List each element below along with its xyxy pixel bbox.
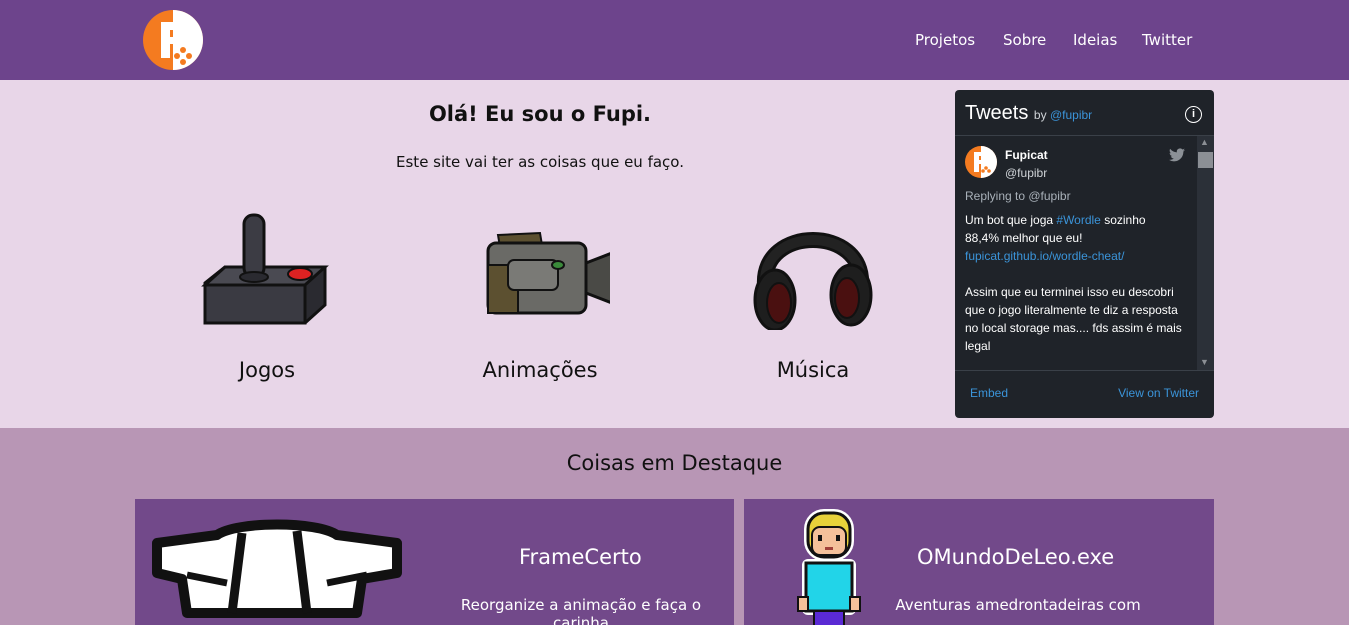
fupi-logo[interactable] xyxy=(143,10,203,70)
camera-icon xyxy=(486,231,610,315)
nav-twitter[interactable]: Twitter xyxy=(1142,31,1192,49)
featured-card-desc: Reorganize a animação e faça o carinha xyxy=(460,596,702,625)
tweet-text-part: Um bot que joga xyxy=(965,213,1057,227)
twitter-widget-header: Tweets by @fupibr xyxy=(965,102,1092,125)
twitter-timeline-widget: Tweets by @fupibr i Fupicat @fupibr Repl… xyxy=(955,90,1214,418)
nav-projetos[interactable]: Projetos xyxy=(915,31,975,49)
joystick-icon xyxy=(201,213,329,325)
hero-title: Olá! Eu sou o Fupi. xyxy=(428,102,652,126)
tweet-text-part: Assim que eu terminei isso eu descobri q… xyxy=(965,285,1182,353)
twitter-by: by xyxy=(1033,108,1047,122)
tweet-author-handle[interactable]: @fupibr xyxy=(1005,166,1047,180)
framecerto-thumbnail xyxy=(152,519,402,618)
featured-card-omundodeleo[interactable]: OMundoDeLeo.exe Aventuras amedrontadeira… xyxy=(744,499,1214,625)
category-musica[interactable] xyxy=(733,205,893,330)
category-musica-label[interactable]: Música xyxy=(713,358,913,382)
tweet-avatar[interactable] xyxy=(965,146,997,178)
scroll-down-icon[interactable]: ▼ xyxy=(1200,357,1209,367)
divider xyxy=(955,370,1214,371)
featured-card-title[interactable]: OMundoDeLeo.exe xyxy=(917,545,1114,569)
tweet-hashtag[interactable]: #Wordle xyxy=(1056,213,1100,227)
nav-sobre[interactable]: Sobre xyxy=(1003,31,1046,49)
embed-link[interactable]: Embed xyxy=(970,386,1008,400)
site-header: Projetos Sobre Ideias Twitter xyxy=(0,0,1349,80)
featured-card-desc: Aventuras amedrontadeiras com xyxy=(895,596,1141,614)
info-icon[interactable]: i xyxy=(1185,106,1202,123)
tweet-text-part: 88,4% melhor que eu! xyxy=(965,231,1083,245)
view-on-twitter-link[interactable]: View on Twitter xyxy=(1118,386,1199,400)
category-animacoes[interactable] xyxy=(460,205,620,330)
featured-card-title[interactable]: FrameCerto xyxy=(519,545,642,569)
category-jogos-label[interactable]: Jogos xyxy=(167,358,367,382)
tweet-replying-to: Replying to @fupibr xyxy=(965,189,1071,203)
leo-character-thumbnail xyxy=(797,509,861,625)
divider xyxy=(955,135,1214,136)
featured-card-framecerto[interactable]: FrameCerto Reorganize a animação e faça … xyxy=(135,499,734,625)
twitter-account-link[interactable]: @fupibr xyxy=(1050,108,1092,122)
headphones-icon xyxy=(753,232,873,330)
tweet-link[interactable]: fupicat.github.io/wordle-cheat/ xyxy=(965,249,1124,263)
tweet-text: Um bot que joga #Wordle sozinho 88,4% me… xyxy=(965,211,1191,355)
scroll-up-icon[interactable]: ▲ xyxy=(1200,137,1209,147)
tweet-text-part: sozinho xyxy=(1100,213,1146,227)
category-animacoes-label[interactable]: Animações xyxy=(440,358,640,382)
tweet-scrollbar-thumb[interactable] xyxy=(1198,152,1213,168)
category-jogos[interactable] xyxy=(187,205,347,330)
nav-ideias[interactable]: Ideias xyxy=(1073,31,1117,49)
twitter-bird-icon[interactable] xyxy=(1169,148,1185,162)
twitter-widget-title: Tweets xyxy=(965,102,1029,124)
featured-title: Coisas em Destaque xyxy=(566,451,783,475)
tweet-scrollbar[interactable] xyxy=(1197,136,1214,370)
tweet-author-name[interactable]: Fupicat xyxy=(1005,148,1048,162)
hero-subtitle: Este site vai ter as coisas que eu faço. xyxy=(396,153,684,171)
